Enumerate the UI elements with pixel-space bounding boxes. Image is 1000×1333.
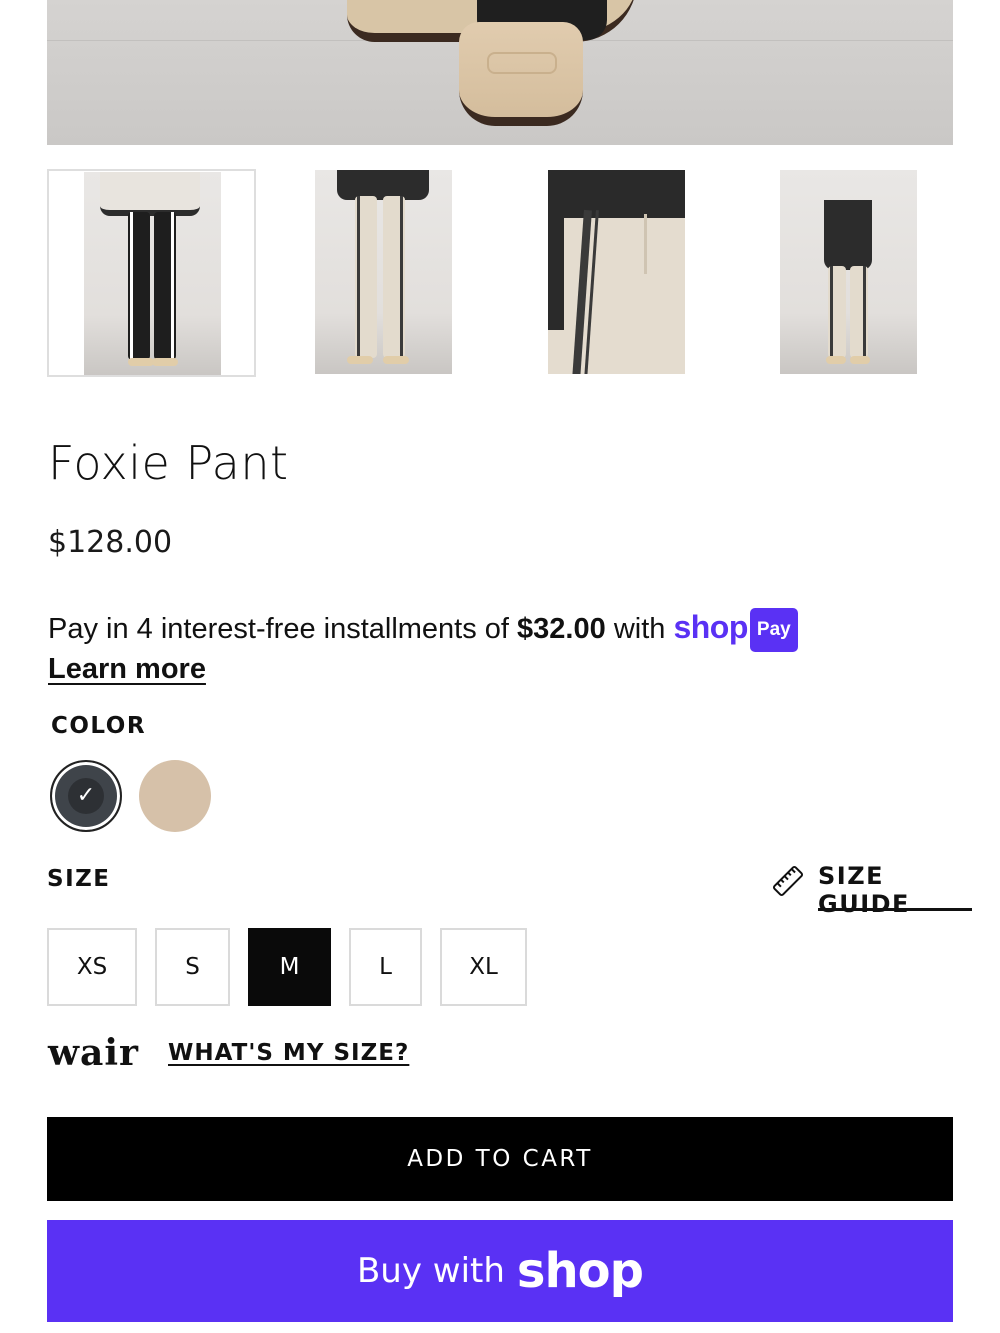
- color-swatch-tan[interactable]: [139, 760, 211, 832]
- ruler-icon: [772, 865, 804, 897]
- shop-logo-button: shop: [516, 1243, 644, 1299]
- thumbnail-image-cream-pant: [315, 170, 452, 374]
- size-option-xs[interactable]: XS: [47, 928, 137, 1006]
- installments-amount: $32.00: [517, 613, 606, 645]
- wair-logo: wair: [48, 1032, 139, 1074]
- product-title: Foxie Pant: [48, 436, 289, 490]
- checkmark-icon: ✓: [68, 778, 104, 814]
- add-to-cart-label: ADD TO CART: [407, 1146, 593, 1172]
- size-option-s[interactable]: S: [155, 928, 230, 1006]
- buy-with-label: Buy with: [356, 1251, 505, 1291]
- thumbnail-3[interactable]: [511, 169, 720, 377]
- thumbnail-4[interactable]: [744, 169, 953, 377]
- learn-more-link[interactable]: Learn more: [48, 653, 206, 686]
- product-main-image: [47, 0, 953, 145]
- shop-logo: shop: [673, 609, 748, 645]
- installments-text: Pay in 4 interest-free installments of: [48, 613, 509, 645]
- size-label: SIZE: [47, 866, 111, 892]
- size-guide-underline: [818, 908, 972, 911]
- whats-my-size-link[interactable]: WHAT'S MY SIZE?: [168, 1040, 409, 1066]
- thumbnail-1[interactable]: [47, 169, 256, 377]
- size-guide-button[interactable]: SIZE GUIDE: [771, 862, 973, 918]
- thumbnail-image-full-look: [780, 170, 917, 374]
- color-label: COLOR: [51, 713, 147, 739]
- installments-with: with: [613, 613, 666, 645]
- size-option-m[interactable]: M: [248, 928, 331, 1006]
- thumbnail-image-black-pant: [84, 172, 221, 375]
- thumbnail-image-detail: [548, 170, 685, 374]
- size-option-l[interactable]: L: [349, 928, 422, 1006]
- color-swatch-black[interactable]: ✓: [50, 760, 122, 832]
- loafer-front: [459, 22, 583, 126]
- buy-with-shop-button[interactable]: Buy with shop: [47, 1220, 953, 1322]
- shop-pay-installments: Pay in 4 interest-free installments of $…: [48, 607, 948, 652]
- size-option-xl[interactable]: XL: [440, 928, 527, 1006]
- thumbnail-2[interactable]: [279, 169, 488, 377]
- shop-pay-badge: Pay: [749, 608, 798, 652]
- add-to-cart-button[interactable]: ADD TO CART: [47, 1117, 953, 1201]
- product-price: $128.00: [48, 525, 173, 560]
